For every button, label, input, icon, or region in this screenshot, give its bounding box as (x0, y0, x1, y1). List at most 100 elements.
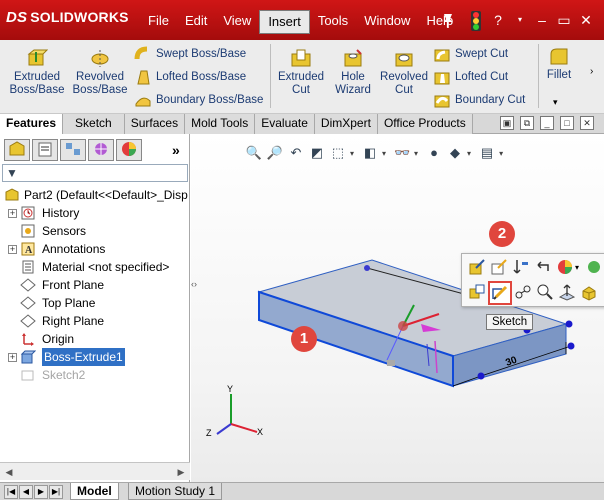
display-manager-tab-icon[interactable] (116, 139, 142, 161)
isolate-icon[interactable] (579, 283, 599, 303)
tab-sketch[interactable]: Sketch (63, 114, 125, 134)
maximize-icon[interactable]: ▭ (556, 11, 572, 29)
menu-file[interactable]: File (140, 10, 177, 34)
tab-mold-tools[interactable]: Mold Tools (185, 114, 256, 134)
minimize-doc-icon[interactable]: _ (540, 116, 554, 130)
feature-filter-input[interactable]: ▼ (2, 164, 188, 182)
display-pane-icon[interactable] (584, 258, 604, 278)
extruded-cut-button[interactable]: Extruded Cut (276, 48, 326, 97)
edit-sketch-icon[interactable] (489, 258, 509, 278)
normal-to-icon[interactable] (557, 283, 577, 303)
property-manager-tab-icon[interactable] (32, 139, 58, 161)
tab-evaluate[interactable]: Evaluate (255, 114, 315, 134)
fillet-button[interactable]: Fillet (542, 46, 576, 82)
extruded-boss-button[interactable]: Extruded Boss/Base (8, 48, 66, 97)
tree-item-boss-extrude1[interactable]: + Boss-Extrude1 (0, 348, 190, 366)
scroll-right-icon[interactable]: ▶ (174, 465, 188, 479)
horizontal-scrollbar[interactable]: ◀ ▶ (0, 462, 190, 480)
tree-root-part[interactable]: Part2 (Default<<Default>_Disp (0, 186, 190, 204)
first-tab-icon[interactable]: |◀ (4, 485, 18, 499)
ribbon-expand-icon[interactable]: › (590, 66, 593, 77)
tab-dimxpert[interactable]: DimXpert (314, 114, 378, 134)
swept-boss-button[interactable]: Swept Boss/Base (134, 44, 246, 64)
prev-tab-icon[interactable]: ◀ (19, 485, 33, 499)
tab-features[interactable]: Features (0, 114, 64, 134)
revolved-boss-label: Revolved Boss/Base (72, 71, 128, 96)
expand-icon[interactable]: + (8, 209, 17, 218)
expand-icon[interactable]: + (8, 353, 17, 362)
lofted-boss-button[interactable]: Lofted Boss/Base (134, 67, 246, 87)
tab-model[interactable]: Model (70, 483, 119, 500)
tree-item-top-plane[interactable]: Top Plane (0, 294, 190, 312)
tree-item-annotations[interactable]: + A Annotations (0, 240, 190, 258)
minimize-icon[interactable]: – (534, 11, 550, 29)
last-tab-icon[interactable]: ▶| (49, 485, 63, 499)
bottom-tab-bar: |◀ ◀ ▶ ▶| Model Motion Study 1 (0, 482, 604, 500)
tab-surfaces[interactable]: Surfaces (124, 114, 186, 134)
restore-icon[interactable]: ⧉ (520, 116, 534, 130)
feature-manager-tab-icon[interactable] (4, 139, 30, 161)
rollback-icon[interactable] (511, 258, 531, 278)
zoom-to-selection-icon[interactable] (535, 283, 555, 303)
tree-item-sensors[interactable]: Sensors (0, 222, 190, 240)
lofted-cut-button[interactable]: Lofted Cut (433, 67, 508, 87)
tree-item-origin[interactable]: Origin (0, 330, 190, 348)
tree-item-history[interactable]: + History (0, 204, 190, 222)
fillet-dropdown-icon[interactable]: ▾ (553, 97, 558, 108)
close-icon[interactable]: ✕ (578, 11, 594, 29)
sketch-button[interactable] (488, 281, 512, 305)
boundary-cut-button[interactable]: Boundary Cut (433, 90, 525, 110)
traffic-light-icon[interactable] (468, 11, 484, 31)
maximize-doc-icon[interactable]: □ (560, 116, 574, 130)
panel-more-icon[interactable]: » (172, 142, 180, 158)
title-icons: ? ▾ – ▭ ✕ (440, 8, 594, 32)
menu-window[interactable]: Window (356, 10, 418, 34)
help-icon[interactable]: ? (490, 11, 506, 29)
tile-icon[interactable]: ▣ (500, 116, 514, 130)
expand-icon[interactable]: + (8, 245, 17, 254)
close-doc-icon[interactable]: ✕ (580, 116, 594, 130)
menu-edit[interactable]: Edit (177, 10, 215, 34)
tree-item-label: Annotations (42, 242, 106, 256)
select-other-icon[interactable] (467, 283, 487, 303)
swept-cut-button[interactable]: Swept Cut (433, 44, 508, 64)
revolved-boss-button[interactable]: Revolved Boss/Base (70, 48, 130, 97)
boundary-boss-label: Boundary Boss/Base (156, 94, 264, 106)
tree-item-material[interactable]: Material <not specified> (0, 258, 190, 276)
tab-office-products[interactable]: Office Products (377, 114, 473, 134)
hole-wizard-button[interactable]: Hole Wizard (330, 48, 376, 97)
graphics-viewport[interactable]: 🔍 🔎 ↶ ◩ ⬚ ▾ ◧ ▾ 👓 ▾ ● ◆ ▾ ▤ ▾ ‹› 30 Y X … (191, 134, 604, 482)
menu-view[interactable]: View (215, 10, 259, 34)
sketch-icon (20, 367, 36, 383)
tree-item-right-plane[interactable]: Right Plane (0, 312, 190, 330)
edit-feature-icon[interactable] (467, 258, 487, 278)
pushpin-icon[interactable] (440, 11, 456, 29)
solidworks-logo[interactable]: DS SOLIDWORKS (6, 9, 136, 33)
undo-arrow-icon[interactable] (533, 258, 553, 278)
ribbon-separator (270, 44, 271, 108)
dropdown-icon[interactable]: ▾ (572, 258, 582, 278)
logo-text: SOLIDWORKS (30, 9, 129, 25)
ribbon-separator (538, 44, 539, 108)
tab-motion-study-1[interactable]: Motion Study 1 (128, 483, 223, 500)
tree-item-sketch2[interactable]: Sketch2 (0, 366, 190, 384)
title-bar: DS SOLIDWORKS File Edit View Insert Tools… (0, 0, 604, 40)
menu-tools[interactable]: Tools (310, 10, 356, 34)
scroll-left-icon[interactable]: ◀ (2, 465, 16, 479)
bottom-nav-arrows: |◀ ◀ ▶ ▶| (4, 485, 63, 499)
tree-item-label: History (42, 206, 80, 220)
help-dropdown-icon[interactable]: ▾ (512, 11, 528, 29)
feature-tree: Part2 (Default<<Default>_Disp + History … (0, 186, 190, 384)
dimxpert-manager-tab-icon[interactable] (88, 139, 114, 161)
feature-ribbon: Extruded Boss/Base Revolved Boss/Base Sw… (0, 40, 604, 114)
revolved-cut-button[interactable]: Revolved Cut (378, 48, 430, 97)
next-tab-icon[interactable]: ▶ (34, 485, 48, 499)
configuration-manager-tab-icon[interactable] (60, 139, 86, 161)
panel-tabs (4, 139, 142, 161)
menu-insert[interactable]: Insert (259, 10, 310, 34)
revolved-cut-label: Revolved Cut (380, 71, 428, 96)
swept-boss-icon (134, 45, 152, 63)
tree-item-front-plane[interactable]: Front Plane (0, 276, 190, 294)
boundary-boss-button[interactable]: Boundary Boss/Base (134, 90, 263, 110)
smart-dimension-icon[interactable] (513, 283, 533, 303)
